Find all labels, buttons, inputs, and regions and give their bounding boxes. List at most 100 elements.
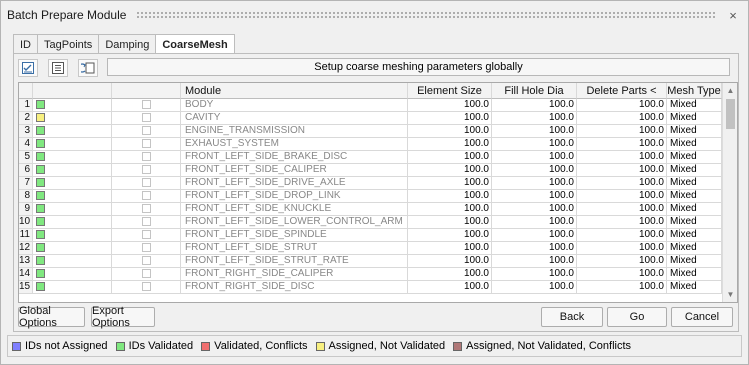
delete-parts-cell[interactable]: 100.0	[577, 112, 667, 125]
select-cell[interactable]	[112, 164, 181, 177]
element-size-cell[interactable]: 100.0	[408, 281, 492, 294]
select-cell[interactable]	[112, 112, 181, 125]
select-cell[interactable]	[112, 125, 181, 138]
element-size-cell[interactable]: 100.0	[408, 203, 492, 216]
fill-hole-dia-cell[interactable]: 100.0	[492, 190, 577, 203]
element-size-cell[interactable]: 100.0	[408, 216, 492, 229]
fill-hole-dia-cell[interactable]: 100.0	[492, 281, 577, 294]
table-row[interactable]: 7 FRONT_LEFT_SIDE_DRIVE_AXLE 100.0 100.0 100…	[19, 177, 722, 190]
checklist-button[interactable]	[18, 59, 38, 77]
element-size-cell[interactable]: 100.0	[408, 268, 492, 281]
select-cell[interactable]	[112, 190, 181, 203]
module-cell[interactable]: BODY	[181, 99, 408, 112]
scroll-thumb[interactable]	[726, 99, 735, 129]
delete-parts-cell[interactable]: 100.0	[577, 281, 667, 294]
table-row[interactable]: 1 BODY 100.0 100.0 100.0 Mixed	[19, 99, 722, 112]
global-options-button[interactable]: Global Options	[18, 305, 85, 329]
table-row[interactable]: 14 FRONT_RIGHT_SIDE_CALIPER 100.0 100.0 100.…	[19, 268, 722, 281]
mesh-type-cell[interactable]: Mixed	[667, 151, 722, 164]
delete-parts-cell[interactable]: 100.0	[577, 125, 667, 138]
row-checkbox[interactable]	[141, 269, 151, 278]
fill-hole-dia-cell[interactable]: 100.0	[492, 138, 577, 151]
row-checkbox[interactable]	[141, 243, 151, 252]
row-checkbox[interactable]	[141, 191, 151, 200]
refresh-list-button[interactable]	[78, 59, 98, 77]
select-cell[interactable]	[112, 281, 181, 294]
select-cell[interactable]	[112, 177, 181, 190]
module-cell[interactable]: ENGINE_TRANSMISSION	[181, 125, 408, 138]
table-row[interactable]: 4 EXHAUST_SYSTEM 100.0 100.0 100.0 Mixed	[19, 138, 722, 151]
module-cell[interactable]: FRONT_LEFT_SIDE_SPINDLE	[181, 229, 408, 242]
select-cell[interactable]	[112, 138, 181, 151]
element-size-cell[interactable]: 100.0	[408, 177, 492, 190]
table-row[interactable]: 15 FRONT_RIGHT_SIDE_DISC 100.0 100.0 100.0 Mi…	[19, 281, 722, 294]
fill-hole-dia-cell[interactable]: 100.0	[492, 242, 577, 255]
mesh-type-cell[interactable]: Mixed	[667, 177, 722, 190]
vertical-scrollbar[interactable]: ▲ ▼	[722, 83, 737, 302]
module-cell[interactable]: FRONT_LEFT_SIDE_STRUT	[181, 242, 408, 255]
delete-parts-cell[interactable]: 100.0	[577, 164, 667, 177]
fill-hole-dia-cell[interactable]: 100.0	[492, 151, 577, 164]
delete-parts-cell[interactable]: 100.0	[577, 203, 667, 216]
mesh-type-cell[interactable]: Mixed	[667, 281, 722, 294]
select-cell[interactable]	[112, 255, 181, 268]
delete-parts-cell[interactable]: 100.0	[577, 216, 667, 229]
module-cell[interactable]: FRONT_RIGHT_SIDE_CALIPER	[181, 268, 408, 281]
status-cell[interactable]	[33, 203, 112, 216]
row-checkbox[interactable]	[141, 113, 151, 122]
row-checkbox[interactable]	[141, 217, 151, 226]
row-checkbox[interactable]	[141, 126, 151, 135]
status-cell[interactable]	[33, 255, 112, 268]
header-delete-parts[interactable]: Delete Parts <	[577, 83, 667, 99]
row-checkbox[interactable]	[141, 100, 151, 109]
mesh-type-cell[interactable]: Mixed	[667, 99, 722, 112]
status-cell[interactable]	[33, 125, 112, 138]
row-checkbox[interactable]	[141, 230, 151, 239]
module-cell[interactable]: FRONT_LEFT_SIDE_DRIVE_AXLE	[181, 177, 408, 190]
module-cell[interactable]: FRONT_RIGHT_SIDE_DISC	[181, 281, 408, 294]
element-size-cell[interactable]: 100.0	[408, 125, 492, 138]
row-checkbox[interactable]	[141, 204, 151, 213]
delete-parts-cell[interactable]: 100.0	[577, 177, 667, 190]
mesh-type-cell[interactable]: Mixed	[667, 138, 722, 151]
delete-parts-cell[interactable]: 100.0	[577, 255, 667, 268]
delete-parts-cell[interactable]: 100.0	[577, 242, 667, 255]
module-cell[interactable]: FRONT_LEFT_SIDE_BRAKE_DISC	[181, 151, 408, 164]
row-checkbox[interactable]	[141, 165, 151, 174]
status-cell[interactable]	[33, 229, 112, 242]
row-checkbox[interactable]	[141, 152, 151, 161]
fill-hole-dia-cell[interactable]: 100.0	[492, 177, 577, 190]
scroll-up-icon[interactable]: ▲	[723, 83, 737, 98]
status-cell[interactable]	[33, 190, 112, 203]
cancel-button[interactable]: Cancel	[671, 307, 733, 327]
table-row[interactable]: 12 FRONT_LEFT_SIDE_STRUT 100.0 100.0 100.0 Mi…	[19, 242, 722, 255]
module-cell[interactable]: FRONT_LEFT_SIDE_CALIPER	[181, 164, 408, 177]
row-checkbox[interactable]	[141, 178, 151, 187]
close-icon[interactable]: ×	[724, 6, 742, 24]
delete-parts-cell[interactable]: 100.0	[577, 151, 667, 164]
fill-hole-dia-cell[interactable]: 100.0	[492, 229, 577, 242]
table-row[interactable]: 3 ENGINE_TRANSMISSION 100.0 100.0 100.0 Mixed	[19, 125, 722, 138]
back-button[interactable]: Back	[541, 307, 603, 327]
status-cell[interactable]	[33, 242, 112, 255]
element-size-cell[interactable]: 100.0	[408, 229, 492, 242]
table-row[interactable]: 6 FRONT_LEFT_SIDE_CALIPER 100.0 100.0 100.0 M…	[19, 164, 722, 177]
mesh-type-cell[interactable]: Mixed	[667, 164, 722, 177]
tab-tagpoints[interactable]: TagPoints	[37, 34, 100, 54]
row-checkbox[interactable]	[141, 256, 151, 265]
element-size-cell[interactable]: 100.0	[408, 242, 492, 255]
table-row[interactable]: 5 FRONT_LEFT_SIDE_BRAKE_DISC 100.0 100.0 100…	[19, 151, 722, 164]
fill-hole-dia-cell[interactable]: 100.0	[492, 112, 577, 125]
module-cell[interactable]: FRONT_LEFT_SIDE_STRUT_RATE	[181, 255, 408, 268]
fill-hole-dia-cell[interactable]: 100.0	[492, 268, 577, 281]
header-mesh-type[interactable]: Mesh Type	[667, 83, 722, 99]
title-bar[interactable]: Batch Prepare Module ×	[1, 1, 748, 29]
mesh-type-cell[interactable]: Mixed	[667, 190, 722, 203]
delete-parts-cell[interactable]: 100.0	[577, 138, 667, 151]
title-grip[interactable]	[136, 11, 716, 19]
status-cell[interactable]	[33, 151, 112, 164]
fill-hole-dia-cell[interactable]: 100.0	[492, 255, 577, 268]
mesh-type-cell[interactable]: Mixed	[667, 242, 722, 255]
table-row[interactable]: 10 FRONT_LEFT_SIDE_LOWER_CONTROL_ARM 100.0…	[19, 216, 722, 229]
mesh-type-cell[interactable]: Mixed	[667, 216, 722, 229]
